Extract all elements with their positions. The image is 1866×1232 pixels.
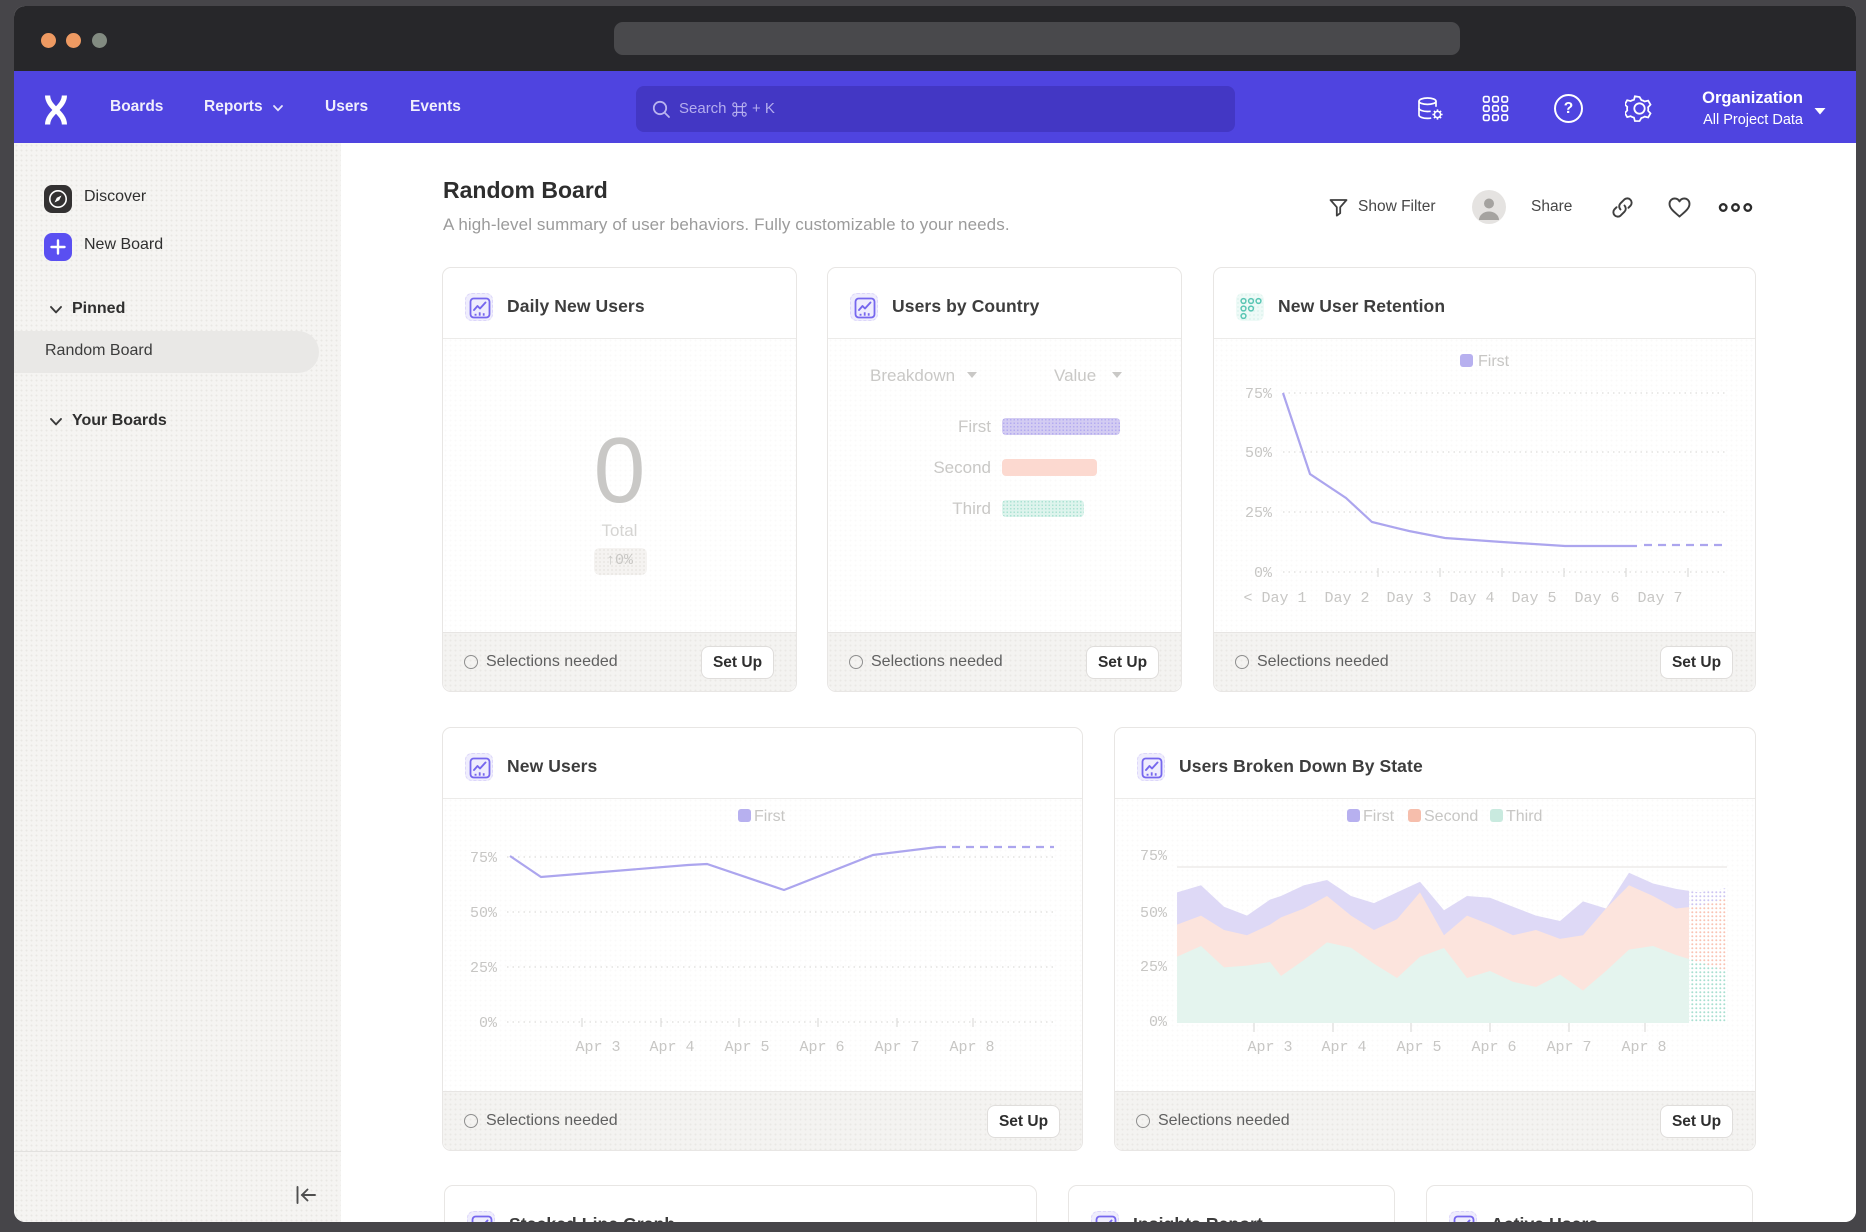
svg-text:Apr 4: Apr 4 — [1321, 1039, 1366, 1056]
svg-text:25%: 25% — [1245, 505, 1273, 522]
svg-text:0%: 0% — [1254, 565, 1273, 582]
svg-text:Day 5: Day 5 — [1511, 590, 1556, 607]
svg-text:Apr 3: Apr 3 — [575, 1039, 620, 1056]
svg-text:Apr 5: Apr 5 — [724, 1039, 769, 1056]
svg-text:Apr 3: Apr 3 — [1247, 1039, 1292, 1056]
svg-text:50%: 50% — [470, 905, 498, 922]
svg-text:Apr 4: Apr 4 — [649, 1039, 694, 1056]
svg-text:Day 2: Day 2 — [1324, 590, 1369, 607]
svg-text:Day 1: Day 1 — [1261, 590, 1306, 607]
svg-text:Apr 6: Apr 6 — [1471, 1039, 1516, 1056]
svg-text:50%: 50% — [1140, 905, 1168, 922]
svg-text:Apr 7: Apr 7 — [874, 1039, 919, 1056]
svg-text:Day 4: Day 4 — [1449, 590, 1494, 607]
svg-text:Apr 8: Apr 8 — [949, 1039, 994, 1056]
svg-text:75%: 75% — [1245, 386, 1273, 403]
svg-text:75%: 75% — [470, 850, 498, 867]
svg-text:Apr 8: Apr 8 — [1621, 1039, 1666, 1056]
svg-text:Apr 7: Apr 7 — [1546, 1039, 1591, 1056]
svg-text:Day 7: Day 7 — [1637, 590, 1682, 607]
svg-text:First: First — [754, 808, 786, 825]
svg-text:Third: Third — [1506, 808, 1542, 825]
svg-text:First: First — [1363, 808, 1395, 825]
svg-text:Day 6: Day 6 — [1574, 590, 1619, 607]
svg-text:Apr 6: Apr 6 — [799, 1039, 844, 1056]
svg-text:Day 3: Day 3 — [1386, 590, 1431, 607]
svg-text:25%: 25% — [1140, 959, 1168, 976]
svg-text:50%: 50% — [1245, 445, 1273, 462]
svg-text:Apr 5: Apr 5 — [1396, 1039, 1441, 1056]
svg-text:Second: Second — [1424, 808, 1478, 825]
svg-text:0%: 0% — [1149, 1014, 1168, 1031]
svg-text:<: < — [1243, 590, 1252, 607]
svg-text:First: First — [1478, 353, 1510, 370]
svg-text:75%: 75% — [1140, 848, 1168, 865]
svg-text:0%: 0% — [479, 1015, 498, 1032]
svg-text:25%: 25% — [470, 960, 498, 977]
